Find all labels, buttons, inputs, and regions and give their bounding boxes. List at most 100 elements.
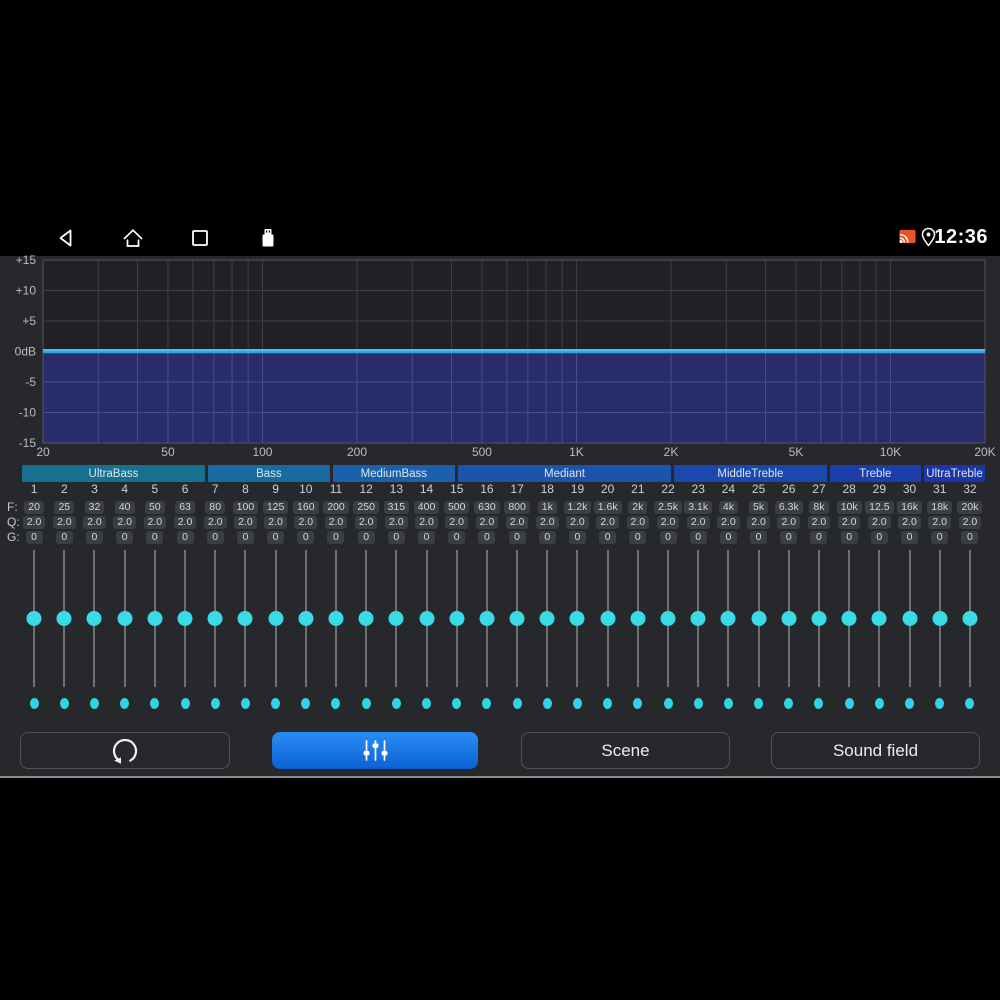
band-24-frequency-value[interactable]: 4k — [718, 500, 738, 514]
band-2-gain-value[interactable]: 0 — [55, 530, 73, 544]
band-22-frequency-value[interactable]: 2.5k — [654, 500, 682, 514]
band-15-frequency-value[interactable]: 500 — [443, 500, 470, 514]
band-23-q-value[interactable]: 2.0 — [686, 515, 710, 529]
band-31-frequency-value[interactable]: 18k — [927, 500, 953, 514]
band-25-gain-value[interactable]: 0 — [750, 530, 768, 544]
eq-band-28-slider[interactable] — [834, 549, 864, 689]
band-15-gain-value[interactable]: 0 — [448, 530, 466, 544]
band-11-gain-value[interactable]: 0 — [327, 530, 345, 544]
slider-knob[interactable] — [539, 611, 555, 626]
band-25-frequency-value[interactable]: 5k — [749, 500, 769, 514]
slider-knob[interactable] — [509, 611, 525, 626]
band-16-frequency-value[interactable]: 630 — [474, 500, 500, 514]
band-27-q-value[interactable]: 2.0 — [807, 515, 831, 529]
slider-knob[interactable] — [630, 611, 646, 626]
band-8-q-value[interactable]: 2.0 — [234, 515, 257, 529]
equalizer-button[interactable] — [272, 732, 478, 769]
band-8-gain-value[interactable]: 0 — [236, 530, 254, 544]
slider-knob[interactable] — [781, 611, 797, 626]
slider-knob[interactable] — [751, 611, 767, 626]
band-group-treble[interactable]: Treble — [829, 465, 922, 482]
slider-knob[interactable] — [720, 611, 736, 626]
band-25-q-value[interactable]: 2.0 — [747, 515, 770, 529]
band-6-gain-value[interactable]: 0 — [176, 530, 194, 544]
slider-knob[interactable] — [419, 611, 435, 626]
eq-band-3-slider[interactable] — [79, 549, 109, 689]
eq-band-4-slider[interactable] — [110, 549, 140, 689]
band-12-frequency-value[interactable]: 250 — [353, 500, 379, 514]
band-16-q-value[interactable]: 2.0 — [475, 515, 499, 529]
eq-band-19-slider[interactable] — [562, 549, 592, 689]
band-29-gain-value[interactable]: 0 — [870, 530, 888, 544]
band-23-frequency-value[interactable]: 3.1k — [684, 500, 713, 514]
eq-band-25-slider[interactable] — [744, 549, 774, 689]
band-31-gain-value[interactable]: 0 — [931, 530, 949, 544]
band-1-gain-value[interactable]: 0 — [25, 530, 43, 544]
band-11-frequency-value[interactable]: 200 — [323, 500, 349, 514]
band-32-q-value[interactable]: 2.0 — [958, 515, 982, 529]
band-27-gain-value[interactable]: 0 — [810, 530, 828, 544]
band-group-ultrabass[interactable]: UltraBass — [22, 465, 205, 482]
reset-button[interactable] — [20, 732, 230, 769]
band-32-frequency-value[interactable]: 20k — [957, 500, 983, 514]
band-11-q-value[interactable]: 2.0 — [324, 515, 348, 529]
band-20-frequency-value[interactable]: 1.6k — [593, 500, 622, 514]
band-22-q-value[interactable]: 2.0 — [656, 515, 680, 529]
band-group-ultratreble[interactable]: UltraTreble — [924, 465, 986, 482]
band-13-q-value[interactable]: 2.0 — [385, 515, 408, 529]
band-1-q-value[interactable]: 2.0 — [22, 515, 46, 529]
band-19-gain-value[interactable]: 0 — [568, 530, 586, 544]
slider-knob[interactable] — [86, 611, 102, 626]
eq-band-29-slider[interactable] — [864, 549, 894, 689]
band-4-frequency-value[interactable]: 40 — [114, 500, 135, 514]
band-10-frequency-value[interactable]: 160 — [293, 500, 319, 514]
band-4-q-value[interactable]: 2.0 — [113, 515, 136, 529]
band-12-q-value[interactable]: 2.0 — [354, 515, 378, 529]
band-17-q-value[interactable]: 2.0 — [505, 515, 529, 529]
band-7-q-value[interactable]: 2.0 — [203, 515, 227, 529]
eq-band-30-slider[interactable] — [894, 549, 924, 689]
band-30-q-value[interactable]: 2.0 — [898, 515, 921, 529]
slider-knob[interactable] — [237, 611, 253, 626]
band-26-gain-value[interactable]: 0 — [780, 530, 798, 544]
band-14-frequency-value[interactable]: 400 — [413, 500, 440, 514]
slider-knob[interactable] — [177, 611, 193, 626]
band-3-frequency-value[interactable]: 32 — [84, 500, 105, 514]
band-2-frequency-value[interactable]: 25 — [54, 500, 75, 514]
band-15-q-value[interactable]: 2.0 — [445, 515, 469, 529]
band-26-q-value[interactable]: 2.0 — [777, 515, 801, 529]
band-group-mediant[interactable]: Mediant — [457, 465, 672, 482]
band-23-gain-value[interactable]: 0 — [689, 530, 707, 544]
slider-knob[interactable] — [479, 611, 495, 626]
band-8-frequency-value[interactable]: 100 — [232, 500, 259, 514]
band-6-q-value[interactable]: 2.0 — [173, 515, 197, 529]
band-20-q-value[interactable]: 2.0 — [596, 515, 619, 529]
band-5-frequency-value[interactable]: 50 — [145, 500, 165, 514]
slider-knob[interactable] — [207, 611, 223, 626]
eq-band-20-slider[interactable] — [593, 549, 623, 689]
band-9-gain-value[interactable]: 0 — [267, 530, 285, 544]
band-7-gain-value[interactable]: 0 — [206, 530, 224, 544]
band-17-frequency-value[interactable]: 800 — [504, 500, 530, 514]
eq-band-21-slider[interactable] — [623, 549, 653, 689]
band-5-q-value[interactable]: 2.0 — [143, 515, 167, 529]
band-19-frequency-value[interactable]: 1.2k — [563, 500, 592, 514]
eq-band-31-slider[interactable] — [925, 549, 955, 689]
band-30-frequency-value[interactable]: 16k — [897, 500, 922, 514]
band-30-gain-value[interactable]: 0 — [901, 530, 919, 544]
band-29-q-value[interactable]: 2.0 — [868, 515, 891, 529]
band-6-frequency-value[interactable]: 63 — [175, 500, 195, 514]
band-9-frequency-value[interactable]: 125 — [262, 500, 289, 514]
slider-knob[interactable] — [268, 611, 284, 626]
eq-band-12-slider[interactable] — [351, 549, 381, 689]
band-5-gain-value[interactable]: 0 — [146, 530, 164, 544]
band-18-q-value[interactable]: 2.0 — [535, 515, 559, 529]
eq-band-15-slider[interactable] — [442, 549, 472, 689]
slider-knob[interactable] — [600, 611, 616, 626]
band-14-gain-value[interactable]: 0 — [418, 530, 436, 544]
band-group-mediumbass[interactable]: MediumBass — [332, 465, 455, 482]
slider-knob[interactable] — [328, 611, 344, 626]
eq-band-9-slider[interactable] — [261, 549, 291, 689]
slider-knob[interactable] — [569, 611, 585, 626]
eq-band-26-slider[interactable] — [774, 549, 804, 689]
